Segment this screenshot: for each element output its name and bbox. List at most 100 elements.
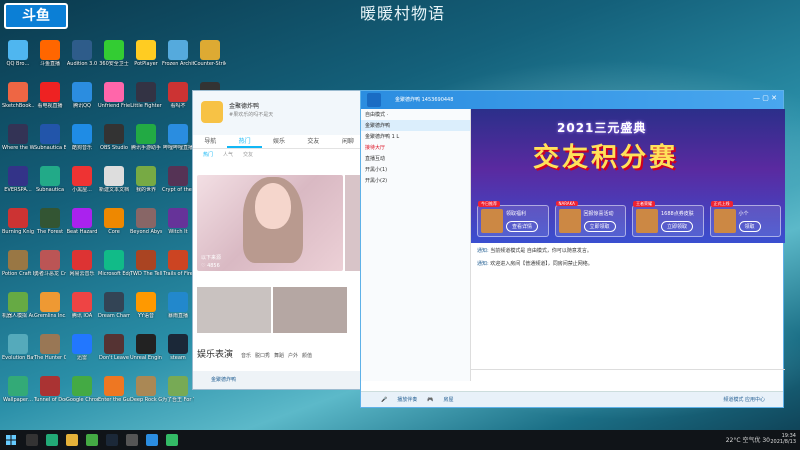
promo-card[interactable]: 正式上线 小个 领取 <box>709 201 781 237</box>
desktop-icon[interactable]: 360安全卫士 <box>98 40 130 78</box>
promo-card[interactable]: 今日推荐 领取福利 查看详情 <box>477 201 549 237</box>
desktop-icon[interactable]: Frozen Architect <box>162 40 194 78</box>
app-icon[interactable] <box>166 434 178 446</box>
card-button[interactable]: 立即领取 <box>583 221 616 232</box>
desktop-icon[interactable]: 看电视直播 <box>34 82 66 120</box>
chrome-icon[interactable] <box>86 434 98 446</box>
ent-tab[interactable]: 户外 <box>288 353 298 359</box>
windows-start-icon[interactable] <box>6 435 16 445</box>
desktop-icon[interactable]: The Forest <box>34 208 66 246</box>
room-bottom-right[interactable]: 频道模式 应用中心 <box>723 392 765 408</box>
desktop-icon[interactable]: Where the Water Ta… <box>2 124 34 162</box>
qq-bottom-bar[interactable]: 金聚德炸鸭 <box>193 371 365 389</box>
clock[interactable]: 19:34 2021/8/13 <box>770 433 796 445</box>
desktop-icon[interactable]: Core <box>98 208 130 246</box>
edge-icon[interactable] <box>46 434 58 446</box>
window-controls[interactable]: — ▢ ✕ <box>753 94 777 102</box>
qq-sub-tab[interactable]: 热门 <box>203 152 213 158</box>
desktop-icon[interactable]: SketchBook… <box>2 82 34 120</box>
channel-item[interactable]: 自由模式 · <box>361 109 470 120</box>
desktop-icon[interactable]: Beyond Abyss <box>130 208 162 246</box>
promo-card[interactable]: NARAKA 回报惊喜活动 立即领取 <box>554 201 626 237</box>
channel-item[interactable]: 接待大厅 <box>361 142 470 153</box>
desktop-icon[interactable]: Google Chrome <box>66 376 98 414</box>
desktop-icon[interactable]: 腾讯手游助手 <box>130 124 162 162</box>
desktop-icon[interactable]: Unreal Engine <box>130 334 162 372</box>
thumb-cover[interactable] <box>273 287 347 333</box>
desktop-icon[interactable]: Tunnel of Doom … <box>34 376 66 414</box>
desktop-icon[interactable]: steam <box>162 334 194 372</box>
desktop-icon[interactable]: 看吗不 <box>162 82 194 120</box>
qq-sub-tab[interactable]: 交友 <box>243 152 253 158</box>
desktop-icon[interactable]: 哔哩哔哩直播 <box>162 124 194 162</box>
desktop-icon[interactable]: Deep Rock Galactic <box>130 376 162 414</box>
promo-card[interactable]: 王者荣耀 1688点券皮肤 立即领取 <box>632 201 704 237</box>
card-button[interactable]: 立即领取 <box>661 221 694 232</box>
desktop-icon[interactable]: 腾讯QQ <box>66 82 98 120</box>
ent-tab[interactable]: 音乐 <box>241 353 251 359</box>
desktop-icon[interactable]: EVERSPA… <box>2 166 34 204</box>
desktop-icon[interactable]: 勇者斗恶龙 Crests <box>34 250 66 288</box>
desktop-icon[interactable]: 我的世界 <box>130 166 162 204</box>
card-button[interactable]: 领取 <box>738 221 761 232</box>
desktop-icon[interactable]: Witch It <box>162 208 194 246</box>
qq-nav-tab[interactable]: 导航 <box>193 135 227 148</box>
desktop-icon[interactable]: Audition 3.0 <box>66 40 98 78</box>
room-bottom-item[interactable]: 房屋 <box>443 397 453 403</box>
desktop-icon[interactable]: 小黑屋... <box>66 166 98 204</box>
desktop-icon[interactable]: Trails of Fire <box>162 250 194 288</box>
desktop-icon[interactable]: Dream Chambers <box>98 292 130 330</box>
desktop-icon[interactable]: OBS Studio <box>98 124 130 162</box>
group-room-window[interactable]: 金聚德炸鸭 1453690448 — ▢ ✕ 自由模式 · 金聚德炸鸭 金聚德炸鸭 … <box>360 90 785 408</box>
qq-icon[interactable] <box>146 434 158 446</box>
event-banner[interactable]: 2021三元盛典 交友积分赛 今日推荐 领取福利 查看详情 NARAKA 回报惊喜活动立… <box>471 109 785 243</box>
channel-item[interactable]: 直播互动 <box>361 153 470 164</box>
desktop-icon[interactable]: 迅雷 <box>66 334 98 372</box>
ent-tab[interactable]: 舞蹈 <box>274 353 284 359</box>
room-bottom-item[interactable]: 播放伴奏 <box>397 397 417 403</box>
live-cover-photo[interactable]: 以下来源 ♡ 4856 <box>197 175 343 271</box>
qq-sub-tab[interactable]: 人气 <box>223 152 233 158</box>
desktop-icon[interactable]: 新建文本文档 <box>98 166 130 204</box>
thumb-cover[interactable] <box>197 287 271 333</box>
ent-tab[interactable]: 脱口秀 <box>255 353 270 359</box>
desktop-icon[interactable]: Crypt of the NecroDancer <box>162 166 194 204</box>
qq-nav-tab[interactable]: 娱乐 <box>262 135 296 148</box>
search-icon[interactable] <box>26 434 38 446</box>
desktop-icon[interactable]: Subnautica Below Zero <box>34 124 66 162</box>
desktop-icon[interactable]: 暴雨直播 <box>162 292 194 330</box>
desktop-icon[interactable]: The Hunter Call of t… <box>34 334 66 372</box>
card-button[interactable]: 查看详情 <box>506 221 539 232</box>
desktop-icon[interactable]: 腾讯 IOA <box>66 292 98 330</box>
channel-item[interactable]: 开黑小(2) <box>361 175 470 186</box>
desktop-icon[interactable]: Beat Hazard <box>66 208 98 246</box>
room-bottom-item[interactable]: 🎤 <box>381 397 387 403</box>
desktop-icon[interactable]: 斗鱼直播 <box>34 40 66 78</box>
desktop-icon[interactable]: Subnautica <box>34 166 66 204</box>
desktop-icon[interactable]: Potion Craft Demo <box>2 250 34 288</box>
steam-icon[interactable] <box>106 434 118 446</box>
desktop-icon[interactable]: 为了吾王 For The King <box>162 376 194 414</box>
chat-input[interactable] <box>471 369 785 383</box>
room-bottom-item[interactable]: 🎮 <box>427 397 433 403</box>
desktop-icon[interactable]: Counter-Strike Global Off… <box>194 40 226 78</box>
desktop-icon[interactable]: QQ Bro… <box>2 40 34 78</box>
desktop-icon[interactable]: Enter the Gungeon <box>98 376 130 414</box>
desktop-icon[interactable]: Don't Leave <box>98 334 130 372</box>
desktop-icon[interactable]: 酷狗音乐 <box>66 124 98 162</box>
desktop-icon[interactable]: Microsoft Edge <box>98 250 130 288</box>
avatar[interactable] <box>201 101 223 123</box>
desktop-icon[interactable]: Burning Knight <box>2 208 34 246</box>
desktop-icon[interactable]: YY语音 <box>130 292 162 330</box>
desktop-icon[interactable]: Evolution Bay Demo <box>2 334 34 372</box>
weather-tray[interactable]: 22°C 空气优 30 <box>726 435 770 444</box>
desktop-icon[interactable]: PotPlayer <box>130 40 162 78</box>
qq-nav-tab[interactable]: 热门 <box>227 135 262 148</box>
obs-icon[interactable] <box>126 434 138 446</box>
desktop-icon[interactable]: Little Fighter <box>130 82 162 120</box>
desktop-icon[interactable]: Unfriend Friends <box>98 82 130 120</box>
qq-nav-tab[interactable]: 交友 <box>296 135 330 148</box>
home-icon[interactable] <box>367 93 381 107</box>
desktop-icon[interactable]: 网易云音乐 <box>66 250 98 288</box>
qq-signature[interactable]: #果欢乐的吗不是天 <box>229 111 273 118</box>
